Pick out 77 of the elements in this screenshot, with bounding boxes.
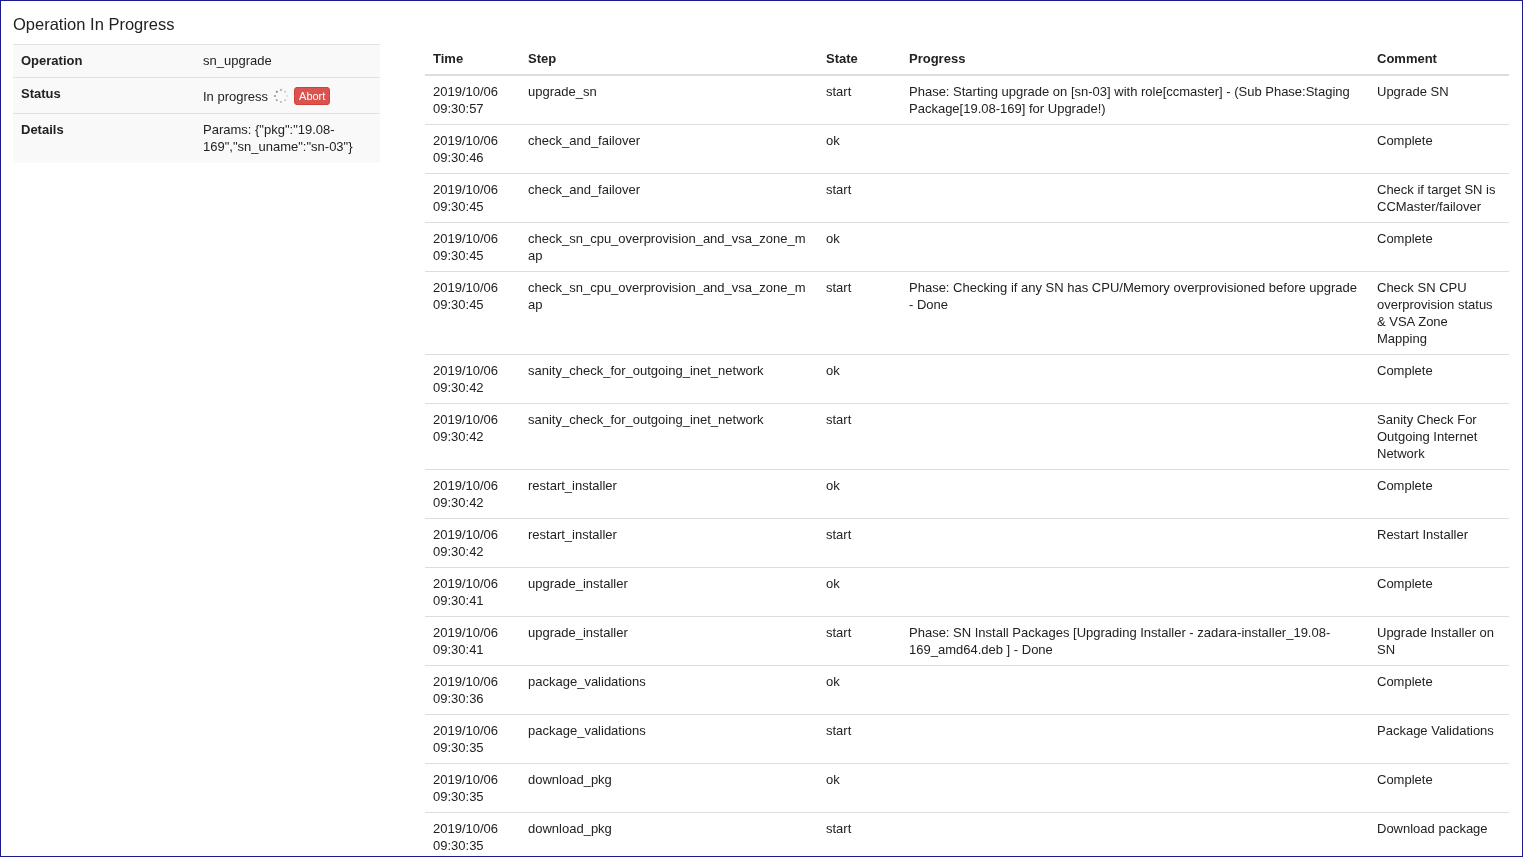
comment-cell: Download package — [1377, 821, 1488, 836]
comment-cell: Complete — [1377, 674, 1433, 689]
comment-cell: Upgrade SN — [1377, 84, 1449, 99]
state-cell: ok — [826, 478, 840, 493]
time-cell: 2019/10/06 09:30:41 — [433, 625, 499, 657]
time-cell: 2019/10/06 09:30:35 — [433, 772, 499, 804]
comment-cell: Complete — [1377, 576, 1433, 591]
field-label: Status — [21, 85, 62, 103]
comment-cell: Check if target SN is CCMaster/failover — [1377, 182, 1496, 214]
step-cell: upgrade_installer — [528, 576, 628, 591]
time-cell: 2019/10/06 09:30:42 — [433, 478, 499, 510]
column-header: Progress — [901, 43, 1369, 75]
status-text: In progress — [203, 87, 269, 105]
time-cell: 2019/10/06 09:30:45 — [433, 280, 499, 312]
field-value: Params: {"pkg":"19.08-169","sn_uname":"sn-03"} — [203, 121, 354, 155]
time-cell: 2019/10/06 09:30:46 — [433, 133, 499, 165]
state-cell: ok — [826, 363, 840, 378]
step-cell: sanity_check_for_outgoing_inet_network — [528, 412, 764, 427]
time-cell: 2019/10/06 09:30:45 — [433, 231, 499, 263]
step-cell: check_sn_cpu_overprovision_and_vsa_zone_map — [528, 280, 806, 312]
comment-cell: Complete — [1377, 231, 1433, 246]
comment-cell: Complete — [1377, 133, 1433, 148]
state-cell: ok — [826, 772, 840, 787]
step-cell: restart_installer — [528, 478, 617, 493]
step-cell: check_and_failover — [528, 133, 641, 148]
field-value: sn_upgrade — [203, 52, 273, 69]
step-cell: restart_installer — [528, 527, 617, 542]
time-cell: 2019/10/06 09:30:42 — [433, 363, 499, 395]
column-header: Comment — [1369, 43, 1509, 75]
state-cell: start — [826, 723, 852, 738]
step-cell: upgrade_installer — [528, 625, 628, 640]
spinner-icon — [273, 88, 290, 104]
comment-cell: Complete — [1377, 478, 1433, 493]
progress-cell: Phase: Checking if any SN has CPU/Memory overprovisioned before upgrade - Done — [909, 280, 1357, 312]
step-cell: sanity_check_for_outgoing_inet_network — [528, 363, 764, 378]
time-cell: 2019/10/06 09:30:35 — [433, 723, 499, 755]
step-cell: upgrade_sn — [528, 84, 597, 99]
page-title: Operation In Progress — [13, 15, 176, 35]
state-cell: start — [826, 625, 852, 640]
state-cell: start — [826, 412, 852, 427]
time-cell: 2019/10/06 09:30:42 — [433, 412, 499, 444]
step-cell: download_pkg — [528, 772, 612, 787]
step-cell: download_pkg — [528, 821, 612, 836]
state-cell: start — [826, 527, 852, 542]
comment-cell: Check SN CPU overprovision status & VSA Zone Mapping — [1377, 280, 1493, 346]
time-cell: 2019/10/06 09:30:42 — [433, 527, 499, 559]
column-header: Time — [425, 43, 520, 75]
comment-cell: Complete — [1377, 363, 1433, 378]
time-cell: 2019/10/06 09:30:41 — [433, 576, 499, 608]
comment-cell: Complete — [1377, 772, 1433, 787]
column-header: State — [818, 43, 901, 75]
step-cell: package_validations — [528, 723, 646, 738]
state-cell: start — [826, 821, 852, 836]
abort-button[interactable]: Abort — [294, 87, 331, 105]
time-cell: 2019/10/06 09:30:36 — [433, 674, 499, 706]
field-label: Details — [21, 121, 65, 139]
column-header: Step — [520, 43, 818, 75]
step-cell: check_sn_cpu_overprovision_and_vsa_zone_map — [528, 231, 806, 263]
step-cell: check_and_failover — [528, 182, 641, 197]
state-cell: start — [826, 182, 852, 197]
field-label: Operation — [21, 52, 84, 69]
comment-cell: Sanity Check For Outgoing Internet Network — [1377, 412, 1478, 461]
time-cell: 2019/10/06 09:30:45 — [433, 182, 499, 214]
progress-cell: Phase: SN Install Packages [Upgrading Installer - zadara-installer_19.08-169_amd64.deb ] - Done — [909, 625, 1331, 657]
state-cell: start — [826, 280, 852, 295]
comment-cell: Restart Installer — [1377, 527, 1469, 542]
time-cell: 2019/10/06 09:30:57 — [433, 84, 499, 116]
time-cell: 2019/10/06 09:30:35 — [433, 821, 499, 853]
step-cell: package_validations — [528, 674, 646, 689]
state-cell: ok — [826, 231, 840, 246]
comment-cell: Upgrade Installer on SN — [1377, 625, 1495, 657]
comment-cell: Package Validations — [1377, 723, 1494, 738]
state-cell: ok — [826, 133, 840, 148]
progress-cell: Phase: Starting upgrade on [sn-03] with role[ccmaster] - (Sub Phase:Staging Package[19.08-169] for Upgrade!) — [909, 84, 1350, 116]
state-cell: ok — [826, 674, 840, 689]
state-cell: start — [826, 84, 852, 99]
state-cell: ok — [826, 576, 840, 591]
